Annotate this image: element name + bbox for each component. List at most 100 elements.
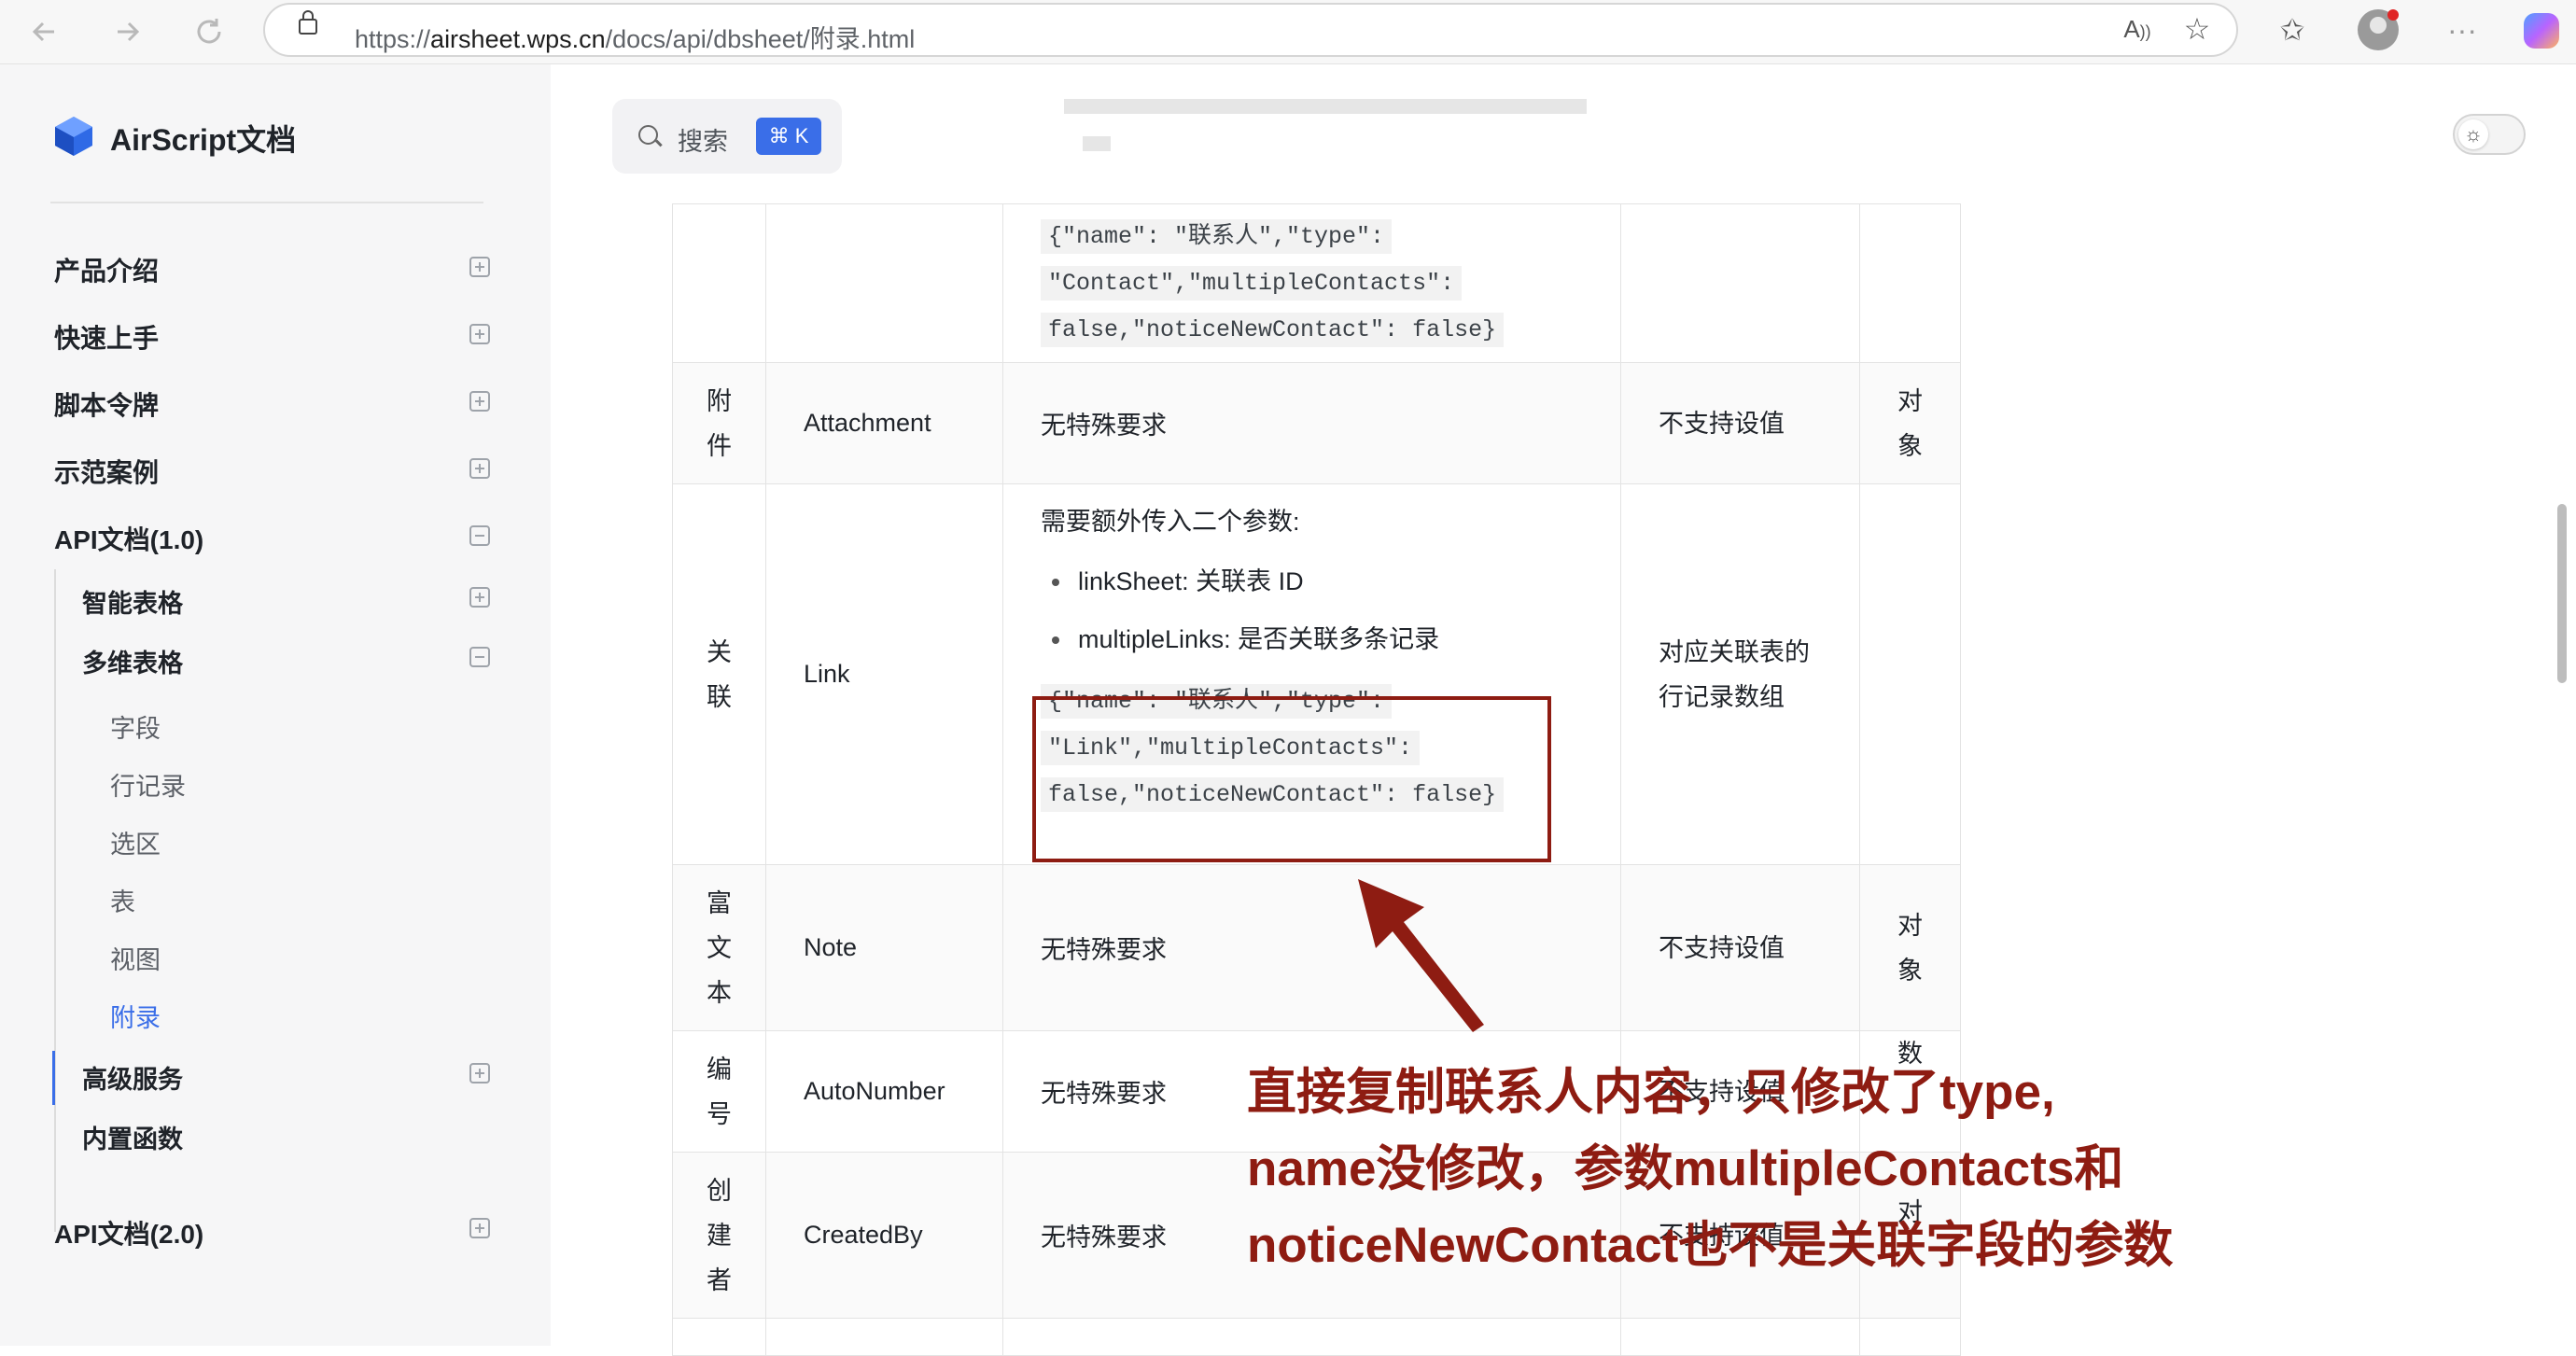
- read-aloud-icon[interactable]: A)): [2117, 10, 2158, 50]
- table-cell-return: 对象: [1859, 864, 1961, 1031]
- expand-icon[interactable]: [469, 391, 490, 412]
- table-cell-set-value: 不支持设值: [1620, 362, 1860, 484]
- star-icon[interactable]: ☆: [2177, 10, 2218, 48]
- sidebar-item-examples[interactable]: 示范案例: [54, 453, 159, 490]
- sidebar-item-builtin-functions[interactable]: 内置函数: [82, 1119, 183, 1155]
- cell-line: 对应关联表的: [1659, 637, 1810, 666]
- cell-char: 对: [1897, 386, 1923, 415]
- arrow-left-icon: [32, 21, 54, 42]
- cell-char: 对: [1897, 911, 1923, 940]
- code-snippet[interactable]: {"name": "联系人","type": "Contact","multip…: [1041, 214, 1620, 354]
- url-host: airsheet.wps.cn: [430, 25, 606, 53]
- table-cell-set-value: 不支持设值: [1620, 864, 1860, 1031]
- requirement-intro: 需要额外传入二个参数:: [1041, 508, 1300, 536]
- sun-icon: ☼: [2458, 119, 2488, 149]
- sidebar-item-fields[interactable]: 字段: [110, 708, 161, 745]
- sidebar-item-advanced-services[interactable]: 高级服务: [82, 1059, 183, 1096]
- expand-icon[interactable]: [469, 1063, 490, 1083]
- annotation-text: 直接复制联系人内容，只修改了type, name没修改，参数multipleCo…: [1247, 1055, 2572, 1284]
- table-cell: [1620, 203, 1860, 363]
- page-scrollbar[interactable]: [2557, 504, 2567, 683]
- expand-icon[interactable]: [469, 257, 490, 277]
- sidebar-item-quick-start[interactable]: 快速上手: [54, 318, 159, 356]
- cell-char: 号: [707, 1099, 732, 1128]
- faded-scrolled-row: [1064, 90, 1587, 174]
- tree-guide-line: [54, 569, 56, 1232]
- active-indicator: [52, 1051, 55, 1105]
- lock-icon: [299, 10, 317, 35]
- table-cell-set-value: 对应关联表的 行记录数组: [1620, 483, 1860, 865]
- search-button[interactable]: 搜索 ⌘ K: [612, 99, 842, 174]
- sidebar-item-smart-sheet[interactable]: 智能表格: [82, 583, 183, 620]
- highlight-box: [1032, 696, 1551, 862]
- search-icon: [638, 125, 658, 145]
- sidebar-item-script-token[interactable]: 脚本令牌: [54, 385, 159, 423]
- sidebar: AirScript文档 产品介绍 快速上手 脚本令牌 示范案例 API文档(1.…: [0, 64, 551, 1346]
- cell-line: 行记录数组: [1659, 682, 1785, 711]
- url-text[interactable]: https://airsheet.wps.cn/docs/api/dbsheet…: [355, 19, 915, 55]
- sidebar-item-api-v2[interactable]: API文档(2.0): [54, 1214, 203, 1251]
- table-cell-name: 编号: [672, 1030, 766, 1153]
- brand-title[interactable]: AirScript文档: [110, 117, 296, 160]
- search-label: 搜索: [678, 128, 728, 156]
- table-cell-type: Attachment: [765, 362, 1003, 484]
- back-button[interactable]: [26, 13, 63, 50]
- table-row: 附件 Attachment 无特殊要求 不支持设值 对象: [672, 362, 1961, 484]
- more-icon[interactable]: ···: [2442, 11, 2483, 49]
- table-cell-name: 附件: [672, 362, 766, 484]
- cell-char: 建: [707, 1221, 732, 1250]
- table-cell: [1620, 1318, 1860, 1356]
- sidebar-item-api-v1[interactable]: API文档(1.0): [54, 520, 203, 557]
- cell-char: 关: [707, 637, 732, 666]
- table-cell: [1002, 1318, 1621, 1356]
- expand-icon[interactable]: [469, 587, 490, 608]
- sidebar-item-product-intro[interactable]: 产品介绍: [54, 251, 159, 288]
- arrow-right-icon: [118, 21, 140, 42]
- forward-button[interactable]: [108, 13, 146, 50]
- shortcut-badge: ⌘ K: [756, 118, 821, 155]
- table-cell-requirement: 无特殊要求: [1002, 362, 1621, 484]
- sidebar-item-table[interactable]: 表: [110, 882, 135, 918]
- notification-dot: [2387, 9, 2399, 21]
- url-path: /docs/api/dbsheet/附录.html: [605, 25, 916, 53]
- table-row: {"name": "联系人","type": "Contact","multip…: [672, 203, 1961, 363]
- sidebar-divider: [50, 202, 483, 203]
- annotation-arrow: [1358, 879, 1484, 1032]
- sidebar-item-view[interactable]: 视图: [110, 940, 161, 976]
- sidebar-item-appendix[interactable]: 附录: [110, 998, 161, 1034]
- sidebar-item-dbsheet[interactable]: 多维表格: [82, 643, 183, 679]
- cell-char: 富: [707, 888, 732, 917]
- table-cell-return: 对象: [1859, 362, 1961, 484]
- annotation-line: noticeNewContact也不是关联字段的参数: [1247, 1218, 2174, 1273]
- expand-icon[interactable]: [469, 324, 490, 344]
- table-cell: [672, 1318, 766, 1356]
- expand-icon[interactable]: [469, 1218, 490, 1238]
- cell-char: 者: [707, 1265, 732, 1294]
- collapse-icon[interactable]: [469, 647, 490, 667]
- table-cell: [1859, 203, 1961, 363]
- cell-char: 象: [1897, 431, 1923, 460]
- favorites-icon[interactable]: ✩: [2272, 11, 2313, 49]
- collapse-icon[interactable]: [469, 525, 490, 546]
- list-item: multipleLinks: 是否关联多条记录: [1041, 621, 1620, 658]
- table-cell: [672, 203, 766, 363]
- sidebar-item-records[interactable]: 行记录: [110, 766, 186, 803]
- address-bar[interactable]: https://airsheet.wps.cn/docs/api/dbsheet…: [263, 3, 2238, 57]
- sidebar-item-selection[interactable]: 选区: [110, 824, 161, 860]
- table-cell-requirement: 无特殊要求: [1002, 864, 1621, 1031]
- table-cell: [1859, 1318, 1961, 1356]
- table-cell-type: CreatedBy: [765, 1152, 1003, 1319]
- cell-char: 文: [707, 933, 732, 962]
- expand-icon[interactable]: [469, 458, 490, 479]
- cell-char: 本: [707, 978, 732, 1007]
- theme-toggle[interactable]: ☼: [2453, 114, 2526, 155]
- code-line: "Contact","multipleContacts":: [1041, 265, 1463, 301]
- table-row: 富文本 Note 无特殊要求 不支持设值 对象: [672, 864, 1961, 1031]
- cell-char: 象: [1897, 956, 1923, 985]
- table-cell-type: Note: [765, 864, 1003, 1031]
- cell-char: 编: [707, 1055, 732, 1083]
- copilot-icon[interactable]: [2524, 13, 2559, 49]
- table-cell-type: Link: [765, 483, 1003, 865]
- reload-button[interactable]: [190, 13, 228, 50]
- annotation-line: name没修改，参数multipleContacts和: [1247, 1141, 2124, 1196]
